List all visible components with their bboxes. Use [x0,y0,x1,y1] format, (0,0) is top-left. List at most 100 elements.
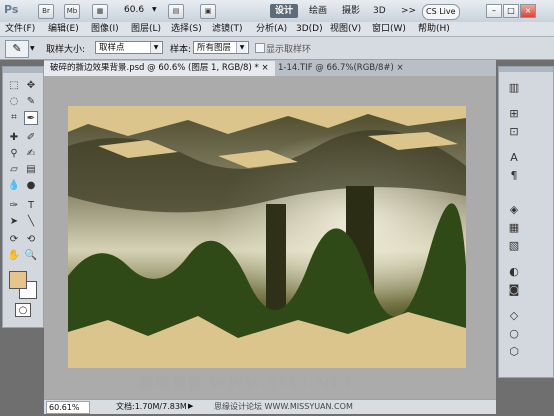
tab-label: 1-14.TIF @ 66.7%(RGB/8#) [278,63,394,73]
menu-edit[interactable]: 编辑(E) [48,22,79,36]
pen-tool-icon[interactable]: ✑ [7,199,21,213]
sample-size-select[interactable]: 取样点 ▼ [95,41,163,54]
eraser-tool-icon[interactable]: ▱ [7,163,21,177]
menu-bar: 文件(F) 编辑(E) 图像(I) 图层(L) 选择(S) 滤镜(T) 分析(A… [0,22,554,37]
zoom-field[interactable]: 60.61% [46,401,90,414]
paragraph-panel-icon[interactable]: ¶ [504,167,524,185]
menu-select[interactable]: 选择(S) [171,22,202,36]
marquee-tool-icon[interactable]: ⬚ [7,79,21,93]
swatches-panel-icon[interactable]: ▦ [504,219,524,237]
sample-select[interactable]: 所有图层 ▼ [193,41,249,54]
menu-3d[interactable]: 3D(D) [296,22,323,36]
screen-mode-button[interactable]: ▣ [200,4,216,19]
workspace-3d-button[interactable]: 3D [368,4,391,18]
document-canvas-area[interactable]: 腾龍視覺 WWW.TLVI.NET [44,76,496,399]
minibridge-button[interactable]: Mb [64,4,80,19]
blur-tool-icon[interactable]: 💧 [7,179,21,193]
show-ring-label: 显示取样环 [266,45,312,55]
arrange-documents-button[interactable]: ▤ [168,4,184,19]
type-tool-icon[interactable]: T [24,199,38,213]
sample-size-value: 取样点 [99,43,125,53]
menu-image[interactable]: 图像(I) [91,22,119,36]
eyedropper-tool-icon[interactable]: ✒ [24,111,38,125]
more-workspaces-button[interactable]: >> [396,4,421,18]
chevron-down-icon: ▼ [150,42,161,53]
menu-filter[interactable]: 滤镜(T) [212,22,243,36]
styles-panel-icon[interactable]: ▧ [504,237,524,255]
adjustments-panel-icon[interactable]: ◐ [504,263,524,281]
tab-document-2[interactable]: 1-14.TIF @ 66.7%(RGB/8#) × [272,61,410,76]
close-button[interactable]: × [520,4,536,18]
minibridge-panel-icon[interactable]: ▥ [504,79,524,97]
close-icon[interactable]: × [261,63,268,73]
tools-panel: ⬚ ✥ ◌ ✎ ⌗ ✒ ✚ ✐ ⚲ ✍ ▱ ▤ 💧 ● ✑ T ➤ ╲ ⟳ ⟲ … [2,66,44,328]
close-icon[interactable]: × [397,63,404,73]
masks-panel-icon[interactable]: ◙ [504,281,524,299]
history-panel-icon[interactable]: ⊞ [504,105,524,123]
extras-button[interactable]: ▦ [92,4,108,19]
3d-rotate-icon[interactable]: ⟳ [7,233,21,247]
menu-layer[interactable]: 图层(L) [131,22,161,36]
channels-panel-icon[interactable]: ○ [504,325,524,343]
quick-select-tool-icon[interactable]: ✎ [24,95,38,109]
sample-label: 样本: [170,45,192,55]
chevron-down-icon[interactable]: ▼ [30,45,35,52]
panel-dock: ▥ ⊞ ⊡ A ¶ ◈ ▦ ▧ ◐ ◙ ◇ ○ ⬡ [498,66,554,378]
photo-chimney-left [266,204,286,314]
minimize-button[interactable]: – [486,4,502,18]
crop-tool-icon[interactable]: ⌗ [7,111,21,125]
status-bar: 60.61% 文档:1.70M/7.83M ▶ 思缘设计论坛 WWW.MISSY… [44,399,496,414]
character-panel-icon[interactable]: A [504,149,524,167]
history-brush-icon[interactable]: ✍ [24,147,38,161]
workspace-paint-button[interactable]: 绘画 [304,4,332,18]
move-tool-icon[interactable]: ✥ [24,79,38,93]
menu-view[interactable]: 视图(V) [330,22,361,36]
brush-tool-icon[interactable]: ✐ [24,131,38,145]
clone-stamp-icon[interactable]: ⚲ [7,147,21,161]
document-size-info: 文档:1.70M/7.83M [116,402,187,411]
path-selection-icon[interactable]: ➤ [7,215,21,229]
show-ring-checkbox[interactable] [255,43,265,53]
canvas-image [68,106,466,368]
panel-grip[interactable] [3,67,43,73]
cs-live-label: CS Live [426,7,456,16]
options-bar: ✎ ▼ 取样大小: 取样点 ▼ 样本: 所有图层 ▼ 显示取样环 [0,37,554,60]
menu-window[interactable]: 窗口(W) [372,22,406,36]
dodge-tool-icon[interactable]: ● [24,179,38,193]
workspace-design-button[interactable]: 设计 [270,4,299,18]
sample-size-label: 取样大小: [46,45,86,55]
quick-mask-icon[interactable]: ○ [15,303,31,317]
app-bar: Ps Br Mb ▦ 60.6 ▼ ▤ ▣ 设计 绘画 摄影 3D >> CS … [0,0,554,23]
panel-grip[interactable] [499,67,553,72]
menu-file[interactable]: 文件(F) [5,22,35,36]
color-panel-icon[interactable]: ◈ [504,201,524,219]
watermark-tlvi: 腾龍視覺 WWW.TLVI.NET [139,374,355,392]
chevron-down-icon: ▼ [236,42,247,53]
zoom-level[interactable]: 60.6 [124,5,144,15]
eyedropper-preset-icon[interactable]: ✎ [5,40,29,58]
zoom-tool-icon[interactable]: 🔍 [24,249,38,263]
watermark-missyuan: 思缘设计论坛 WWW.MISSYUAN.COM [214,402,353,411]
3d-orbit-icon[interactable]: ⟲ [24,233,38,247]
workspace-photo-button[interactable]: 摄影 [337,4,365,18]
hand-tool-icon[interactable]: ✋ [7,249,21,263]
sample-value: 所有图层 [197,43,232,53]
gradient-tool-icon[interactable]: ▤ [24,163,38,177]
layers-panel-icon[interactable]: ◇ [504,307,524,325]
cs-live-button[interactable]: CS Live [422,4,460,20]
healing-brush-icon[interactable]: ✚ [7,131,21,145]
status-menu-arrow-icon[interactable]: ▶ [188,402,193,410]
tab-label: 破碎的撕边效果背景.psd @ 60.6% (图层 1, RGB/8) * [50,63,259,73]
bridge-button[interactable]: Br [38,4,54,19]
maximize-button[interactable]: □ [503,4,519,18]
paths-panel-icon[interactable]: ⬡ [504,343,524,361]
foreground-color-swatch-top[interactable] [9,271,27,289]
tab-document-1[interactable]: 破碎的撕边效果背景.psd @ 60.6% (图层 1, RGB/8) * × [44,61,275,76]
actions-panel-icon[interactable]: ⊡ [504,123,524,141]
document-tabs: 破碎的撕边效果背景.psd @ 60.6% (图层 1, RGB/8) * × … [44,60,496,76]
menu-analysis[interactable]: 分析(A) [256,22,287,36]
lasso-tool-icon[interactable]: ◌ [7,95,21,109]
chevron-down-icon[interactable]: ▼ [152,6,157,13]
line-tool-icon[interactable]: ╲ [24,215,38,229]
menu-help[interactable]: 帮助(H) [418,22,450,36]
